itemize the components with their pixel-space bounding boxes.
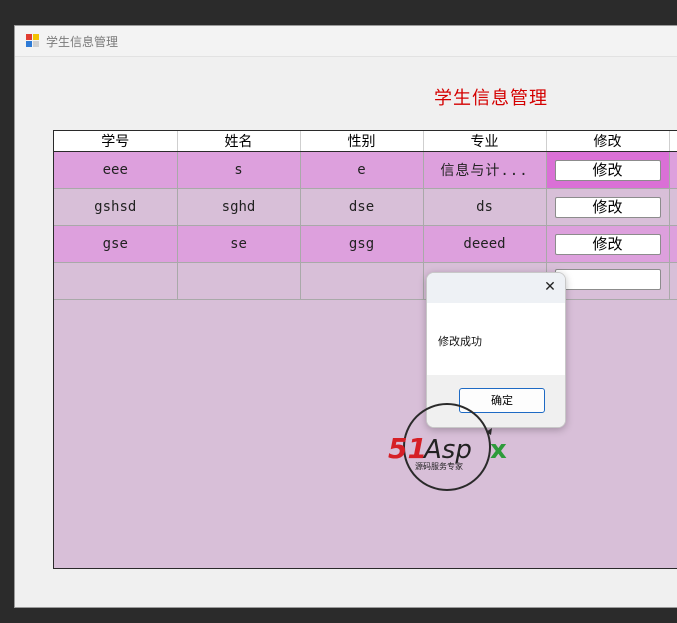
dialog-header: ✕ (427, 273, 565, 303)
column-header-gender[interactable]: 性别 (300, 131, 424, 152)
cell-id[interactable]: gshsd (54, 188, 178, 226)
watermark-brand-x: x (490, 435, 507, 465)
form-title: 学生信息管理 (434, 88, 548, 109)
student-table: 学号 姓名 性别 专业 修改 eee s e 信息与计... 修改 gshsd … (54, 131, 677, 300)
student-grid[interactable]: 学号 姓名 性别 专业 修改 eee s e 信息与计... 修改 gshsd … (53, 130, 677, 569)
cell-name[interactable]: s (177, 151, 301, 189)
watermark-tagline: 源码服务专家 (415, 461, 463, 471)
cell-extra[interactable] (669, 151, 677, 189)
cell-major[interactable]: ds (423, 188, 547, 226)
close-icon[interactable]: ✕ (543, 280, 557, 294)
table-row[interactable]: gse se gsg deeed 修改 (54, 225, 677, 263)
title-bar[interactable]: 学生信息管理 (15, 26, 677, 57)
cell-edit: 修改 (546, 225, 670, 263)
cell-gender[interactable]: e (300, 151, 424, 189)
header-row: 学号 姓名 性别 专业 修改 (54, 131, 677, 152)
main-window: 学生信息管理 学生信息管理 学号 姓名 性别 专业 修改 eee s e 信息与… (14, 25, 677, 608)
column-header-id[interactable]: 学号 (54, 131, 178, 152)
edit-button[interactable]: 修改 (554, 159, 661, 181)
edit-button[interactable]: 修改 (554, 233, 661, 255)
cell-edit: 修改 (546, 188, 670, 226)
cell-edit: 修改 (546, 151, 670, 189)
table-row[interactable]: eee s e 信息与计... 修改 (54, 151, 677, 189)
cell-name[interactable]: sghd (177, 188, 301, 226)
edit-button[interactable]: 修改 (554, 196, 661, 218)
cell-id[interactable]: gse (54, 225, 178, 263)
table-row-new[interactable] (54, 262, 677, 300)
cell-extra[interactable] (669, 188, 677, 226)
cell-id[interactable]: eee (54, 151, 178, 189)
table-row[interactable]: gshsd sghd dse ds 修改 (54, 188, 677, 226)
watermark-logo: 51 Asp x 源码服务专家 (388, 403, 507, 491)
cell-id[interactable] (54, 262, 178, 300)
column-header-edit[interactable]: 修改 (546, 131, 670, 152)
cell-extra[interactable] (669, 262, 677, 300)
watermark-brand-51: 51 (388, 432, 427, 465)
edit-button[interactable] (554, 268, 661, 290)
cell-name[interactable]: se (177, 225, 301, 263)
cell-gender[interactable]: gsg (300, 225, 424, 263)
dialog-message: 修改成功 (438, 335, 482, 348)
cell-name[interactable] (177, 262, 301, 300)
cell-major[interactable]: 信息与计... (423, 151, 547, 189)
cell-extra[interactable] (669, 225, 677, 263)
cell-major[interactable]: deeed (423, 225, 547, 263)
window-title: 学生信息管理 (46, 35, 119, 49)
cell-gender[interactable]: dse (300, 188, 424, 226)
cell-gender[interactable] (300, 262, 424, 300)
column-header-name[interactable]: 姓名 (177, 131, 301, 152)
column-header-extra[interactable] (669, 131, 677, 152)
column-header-major[interactable]: 专业 (423, 131, 547, 152)
watermark-brand-aspx: Asp (422, 435, 472, 465)
app-icon (26, 34, 40, 48)
